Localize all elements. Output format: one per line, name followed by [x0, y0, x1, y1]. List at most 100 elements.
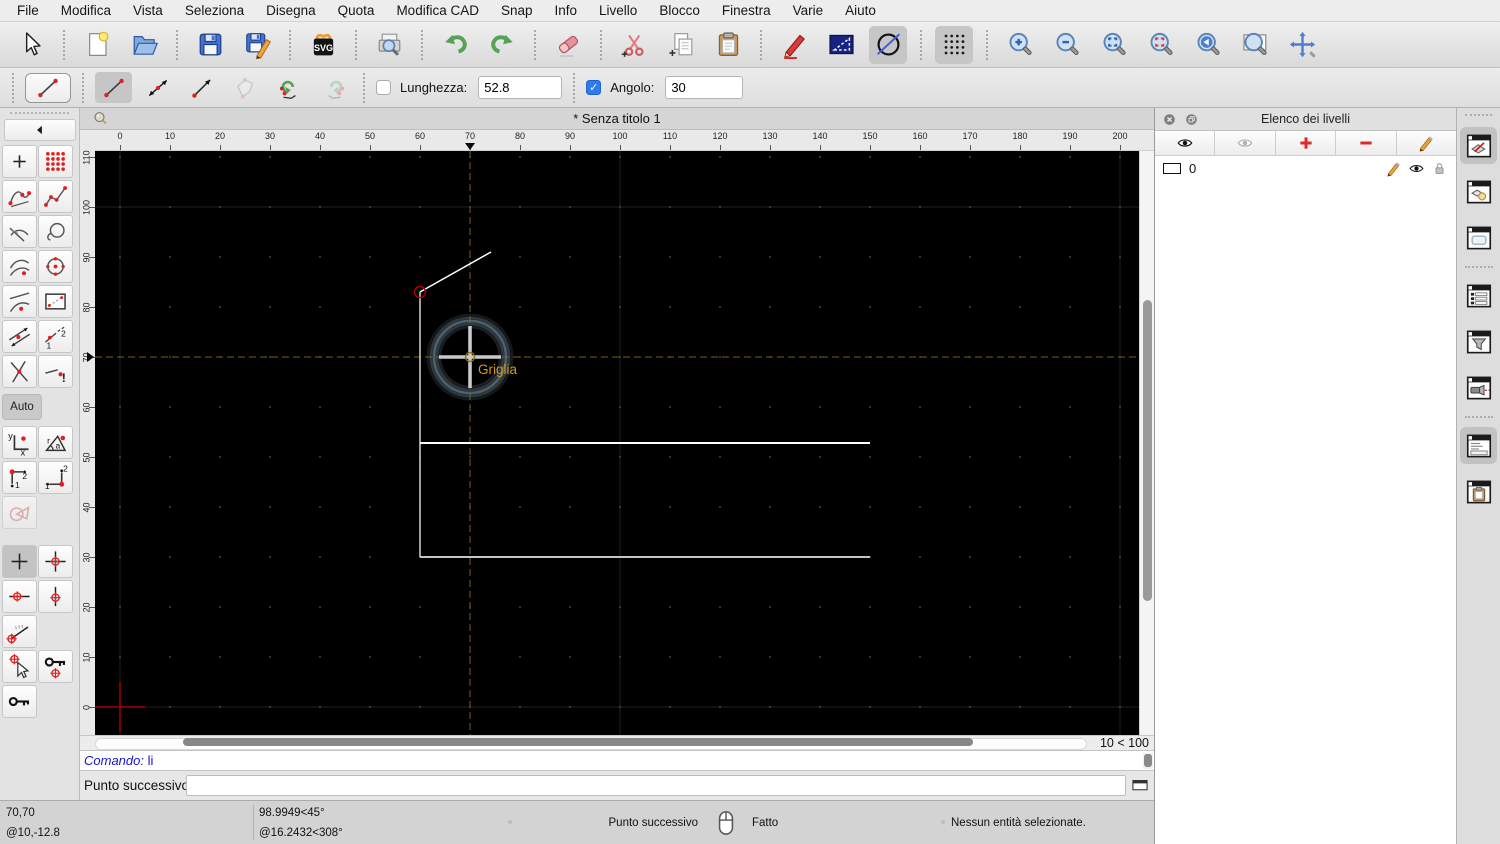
snap-endpoint-button[interactable] [38, 580, 73, 613]
circle-triangle-button[interactable] [2, 496, 37, 529]
zoom-in-button[interactable] [1001, 26, 1039, 64]
menu-finestra[interactable]: Finestra [711, 0, 782, 22]
polar-ra-button[interactable]: ra [38, 426, 73, 459]
pen-button[interactable] [775, 26, 813, 64]
zoom-pan-button[interactable] [1283, 26, 1321, 64]
length-input[interactable] [478, 76, 563, 99]
dock-library-button[interactable] [1460, 219, 1497, 256]
lock-relative-button[interactable] [38, 650, 73, 683]
menu-modifica-cad[interactable]: Modifica CAD [385, 0, 490, 22]
zoom-redraw-button[interactable] [1142, 26, 1180, 64]
snap-middle-button[interactable] [2, 580, 37, 613]
menu-modifica[interactable]: Modifica [50, 0, 122, 22]
lock-key-button[interactable] [2, 685, 37, 718]
snap-free-button[interactable] [2, 545, 37, 578]
length-checkbox[interactable] [376, 80, 391, 95]
dock-filter-button[interactable] [1460, 323, 1497, 360]
menu-varie[interactable]: Varie [782, 0, 835, 22]
zoom-auto-button[interactable] [1095, 26, 1133, 64]
current-tool-button[interactable] [25, 72, 71, 103]
command-input[interactable] [186, 775, 1126, 796]
horizontal-scrollbar-thumb[interactable] [183, 737, 973, 746]
dock-command-button[interactable] [1460, 427, 1497, 464]
menu-file[interactable]: File [6, 0, 50, 22]
line-angle-button[interactable] [139, 72, 176, 103]
menu-vista[interactable]: Vista [122, 0, 174, 22]
menu-snap[interactable]: Snap [490, 0, 544, 22]
corner-b-button[interactable]: 12 [38, 461, 73, 494]
layer-row[interactable]: 0 [1155, 156, 1456, 180]
keyboard-toggle-button[interactable] [1130, 777, 1150, 794]
menu-info[interactable]: Info [544, 0, 589, 22]
drawing-canvas[interactable]: Griglia [95, 151, 1139, 735]
history-scrollbar-thumb[interactable] [1144, 754, 1152, 767]
palette-drag-handle[interactable] [10, 112, 69, 116]
zoom-previous-button[interactable] [1189, 26, 1227, 64]
angle-input[interactable] [665, 76, 744, 99]
snap-angle-button[interactable] [2, 615, 37, 648]
print-preview-button[interactable] [370, 26, 408, 64]
polyline-points-button[interactable] [38, 180, 73, 213]
menu-aiuto[interactable]: Aiuto [834, 0, 887, 22]
menu-livello[interactable]: Livello [588, 0, 648, 22]
point-plus-button[interactable] [2, 145, 37, 178]
line-arrow-button[interactable] [183, 72, 220, 103]
snap-grid-button[interactable] [38, 545, 73, 578]
arc-line-button[interactable] [2, 285, 37, 318]
save-button[interactable] [191, 26, 229, 64]
dock-layers-button[interactable] [1460, 127, 1497, 164]
vertical-scrollbar[interactable] [1139, 151, 1154, 735]
minus-bold-button[interactable] [1336, 131, 1397, 155]
eraser-button[interactable] [549, 26, 587, 64]
angle-checkbox[interactable]: ✓ [586, 80, 602, 95]
open-file-button[interactable] [125, 26, 163, 64]
dock-clipboard-button[interactable] [1460, 473, 1497, 510]
cut-button[interactable] [615, 26, 653, 64]
pointer-button[interactable] [12, 26, 50, 64]
zoom-out-button[interactable] [1048, 26, 1086, 64]
tangent-lines-button[interactable] [2, 215, 37, 248]
corner-a-button[interactable]: 12 [2, 461, 37, 494]
rect-dashed-button[interactable] [38, 285, 73, 318]
redo-button[interactable] [483, 26, 521, 64]
grid-dots-button[interactable] [935, 25, 973, 64]
snap-select-button[interactable] [2, 650, 37, 683]
dock-blocks-button[interactable] [1460, 173, 1497, 210]
layer-visibility-icon[interactable] [1408, 160, 1425, 177]
vertical-scrollbar-thumb[interactable] [1142, 300, 1152, 601]
zoom-window-button[interactable] [1236, 26, 1274, 64]
draft-circle-button[interactable] [869, 25, 907, 64]
plus-bold-button[interactable] [1275, 131, 1337, 155]
paste-button[interactable] [709, 26, 747, 64]
line-12-button[interactable]: 12 [38, 320, 73, 353]
svg-export-button[interactable]: SVG [304, 26, 342, 64]
menu-quota[interactable]: Quota [327, 0, 386, 22]
back-button[interactable] [3, 119, 76, 141]
dock-highlight-button[interactable] [1460, 369, 1497, 406]
line-seg-button[interactable] [95, 72, 132, 103]
line-exclaim-button[interactable]: ! [38, 355, 73, 388]
snap-auto-button[interactable]: Auto [2, 394, 42, 420]
points-grid-button[interactable] [38, 145, 73, 178]
polygon-sketch-button[interactable] [227, 72, 264, 103]
edit-layer-icon[interactable] [1385, 160, 1402, 177]
pencil-small-button[interactable] [1396, 131, 1457, 155]
history-scrollbar[interactable] [1143, 753, 1153, 769]
menu-seleziona[interactable]: Seleziona [174, 0, 255, 22]
strip-drag-handle[interactable] [1465, 114, 1492, 118]
eye-gray-button[interactable] [1215, 131, 1276, 155]
arc-double-button[interactable] [2, 250, 37, 283]
eye-open-button[interactable] [1155, 131, 1216, 155]
spline-points-button[interactable] [2, 180, 37, 213]
horizontal-scrollbar[interactable]: 10 < 100 [80, 735, 1154, 750]
menu-blocco[interactable]: Blocco [648, 0, 711, 22]
redo-seg-button[interactable] [315, 72, 352, 103]
circle-curl-button[interactable] [38, 215, 73, 248]
circle-center-button[interactable] [38, 250, 73, 283]
coord-yx-button[interactable]: yx [2, 426, 37, 459]
select-rect-button[interactable] [822, 26, 860, 64]
menu-disegna[interactable]: Disegna [255, 0, 327, 22]
dock-list-button[interactable] [1460, 277, 1497, 314]
undo-button[interactable] [436, 26, 474, 64]
layer-lock-icon[interactable] [1431, 160, 1448, 177]
